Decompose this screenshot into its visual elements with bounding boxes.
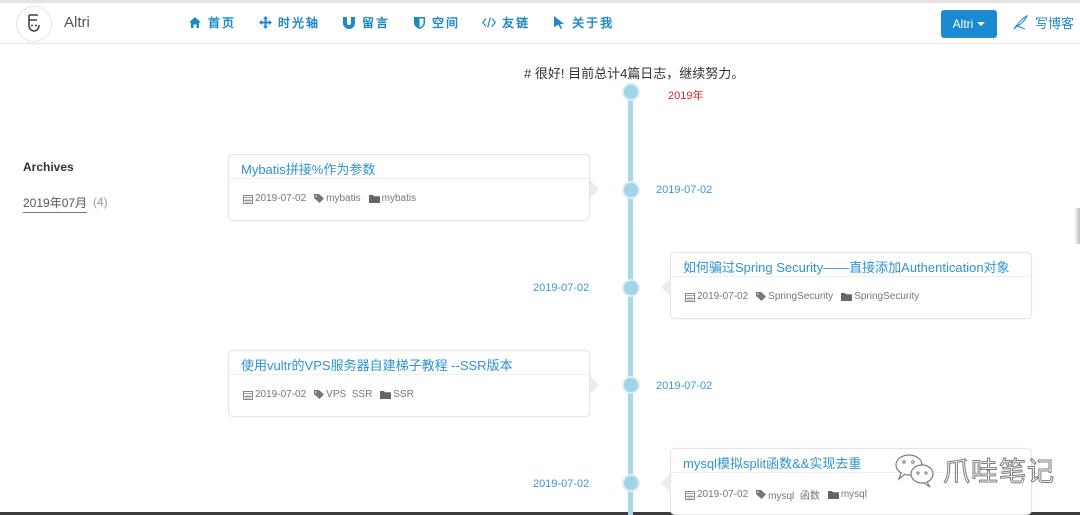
card-pointer	[590, 376, 599, 394]
code-icon	[482, 17, 497, 28]
nav-item-timeline[interactable]: 时光轴	[258, 14, 320, 31]
card-pointer	[590, 180, 599, 198]
post-category[interactable]: SpringSecurity	[854, 291, 919, 302]
post-meta: 2019-07-02 VPS SSR SSR	[229, 375, 589, 400]
post-card: 使用vultr的VPS服务器自建梯子教程 --SSR版本 2019-07-02 …	[228, 350, 599, 417]
nav-item-links[interactable]: 友链	[482, 14, 530, 31]
timeline-date: 2019-07-02	[533, 282, 590, 294]
caret-down-icon	[977, 22, 986, 26]
arrows-move-icon	[258, 16, 272, 29]
nav-item-label: 友链	[502, 16, 531, 30]
timeline-dot	[624, 183, 638, 197]
timeline-dot	[624, 281, 638, 295]
user-dropdown-button[interactable]: Altri	[941, 10, 997, 38]
post-tags[interactable]: mybatis	[326, 193, 360, 204]
magnet-icon	[343, 16, 356, 29]
nav-item-label: 留言	[362, 16, 391, 30]
post-card: 如何骗过Spring Security——直接添加Authentication对…	[661, 252, 1032, 319]
post-date: 2019-07-02	[255, 389, 307, 400]
card-pointer	[661, 278, 670, 296]
post-category[interactable]: mysql	[841, 489, 867, 500]
timeline-date: 2019-07-02	[656, 380, 713, 392]
tag-icon	[756, 292, 767, 301]
watermark: 爪哇笔记	[893, 450, 1055, 489]
nav-item-about[interactable]: 关于我	[552, 14, 614, 31]
folder-icon	[841, 292, 853, 301]
nav-item-label: 空间	[432, 16, 461, 30]
user-dropdown-label: Altri	[952, 17, 974, 31]
timeline-line	[628, 90, 633, 515]
nav-item-home[interactable]: 首页	[188, 14, 236, 31]
calendar-icon	[243, 194, 253, 204]
post-card: Mybatis拼接%作为参数 2019-07-02 mybatis mybati…	[228, 154, 599, 221]
post-title-link[interactable]: 使用vultr的VPS服务器自建梯子教程 --SSR版本	[229, 351, 589, 375]
tag-icon	[756, 490, 767, 499]
watermark-text: 爪哇笔记	[943, 457, 1055, 489]
archive-summary: # 很好! 目前总计4篇日志，继续努力。	[524, 66, 745, 81]
pointer-icon	[554, 16, 565, 29]
post-date: 2019-07-02	[255, 193, 307, 204]
calendar-icon	[685, 292, 695, 302]
write-blog-link[interactable]: 写博客	[1013, 13, 1074, 32]
shield-icon	[413, 16, 425, 29]
post-date: 2019-07-02	[697, 489, 749, 500]
timeline-date: 2019-07-02	[533, 478, 590, 490]
side-widget-edge	[1074, 208, 1080, 244]
timeline-year: 2019年	[668, 90, 704, 102]
nav-item-label: 首页	[208, 16, 237, 30]
main-nav: 首页 时光轴 留言 空间 友链 关于我	[188, 14, 636, 31]
post-tags[interactable]: SpringSecurity	[768, 291, 833, 302]
post-meta: 2019-07-02 SpringSecurity SpringSecurity	[671, 277, 1031, 302]
folder-icon	[827, 490, 839, 499]
timeline-dot-year	[624, 85, 638, 99]
tag-icon	[314, 390, 325, 399]
post-meta: 2019-07-02 mybatis mybatis	[229, 179, 589, 204]
timeline-dot	[624, 476, 638, 490]
navbar: Altri 首页 时光轴 留言 空间 友链 关于我 Altri 写博客	[0, 3, 1080, 44]
post-date: 2019-07-02	[697, 291, 749, 302]
post-category[interactable]: mybatis	[382, 193, 416, 204]
nav-item-label: 关于我	[572, 16, 615, 30]
folder-icon	[368, 194, 380, 203]
folder-icon	[380, 390, 392, 399]
post-tags[interactable]: VPS SSR	[326, 389, 372, 400]
logo[interactable]	[16, 6, 52, 42]
post-title-link[interactable]: 如何骗过Spring Security——直接添加Authentication对…	[671, 253, 1031, 277]
smiley-e-logo-icon	[28, 14, 40, 32]
home-icon	[189, 17, 201, 28]
archive-month-link[interactable]: 2019年07月	[23, 194, 88, 213]
brand-name[interactable]: Altri	[64, 14, 90, 31]
archives-heading: Archives	[23, 160, 74, 174]
post-category[interactable]: SSR	[393, 389, 414, 400]
archive-month-count: (4)	[93, 195, 108, 209]
nav-item-space[interactable]: 空间	[412, 14, 460, 31]
write-blog-label: 写博客	[1035, 16, 1075, 31]
card-pointer	[661, 474, 670, 492]
wechat-icon	[895, 453, 934, 487]
post-title-link[interactable]: Mybatis拼接%作为参数	[229, 155, 589, 179]
quill-pen-icon	[1013, 15, 1029, 30]
tag-icon	[314, 194, 325, 203]
calendar-icon	[685, 490, 695, 500]
timeline-date: 2019-07-02	[656, 184, 713, 196]
post-tags[interactable]: mysql 函数	[768, 487, 820, 502]
nav-item-label: 时光轴	[278, 16, 321, 30]
calendar-icon	[243, 390, 253, 400]
timeline-dot	[624, 378, 638, 392]
nav-item-message[interactable]: 留言	[342, 14, 390, 31]
